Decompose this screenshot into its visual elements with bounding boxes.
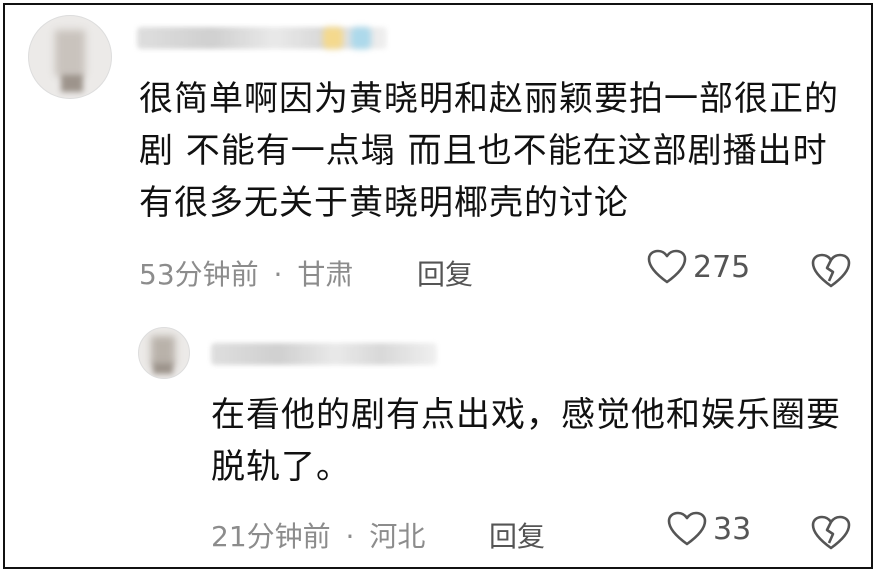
comment-time: 53分钟前 [139, 258, 259, 291]
blurred-username[interactable] [211, 343, 437, 365]
meta-separator: · [273, 258, 283, 291]
comment-location: 河北 [369, 520, 426, 553]
like-button[interactable]: 33 [667, 511, 751, 547]
like-count: 33 [713, 511, 752, 547]
comment-location: 甘肃 [297, 258, 354, 291]
comment-thread: 很简单啊因为黄晓明和赵丽颖要拍一部很正的剧 不能有一点塌 而且也不能在这部剧播出… [3, 3, 873, 569]
broken-heart-icon[interactable] [811, 515, 851, 551]
comment-meta: 21分钟前 · 河北 [211, 515, 425, 555]
blurred-username[interactable] [137, 27, 387, 49]
comment-meta: 53分钟前 · 甘肃 [139, 253, 353, 293]
reply-button[interactable]: 回复 [489, 515, 545, 555]
comment-time: 21分钟前 [211, 520, 331, 553]
heart-outline-icon [647, 249, 687, 284]
heart-outline-icon [667, 511, 707, 546]
comment-text: 在看他的剧有点出戏，感觉他和娱乐圈要脱轨了。 [211, 395, 841, 487]
user-avatar-icon[interactable] [28, 15, 112, 99]
user-avatar-icon[interactable] [138, 327, 190, 379]
comment-text: 很简单啊因为黄晓明和赵丽颖要拍一部很正的剧 不能有一点塌 而且也不能在这部剧播出… [139, 79, 839, 223]
broken-heart-icon[interactable] [811, 253, 851, 289]
reply-button[interactable]: 回复 [417, 253, 473, 293]
like-count: 275 [693, 249, 751, 285]
meta-separator: · [345, 520, 355, 553]
like-button[interactable]: 275 [647, 249, 750, 285]
